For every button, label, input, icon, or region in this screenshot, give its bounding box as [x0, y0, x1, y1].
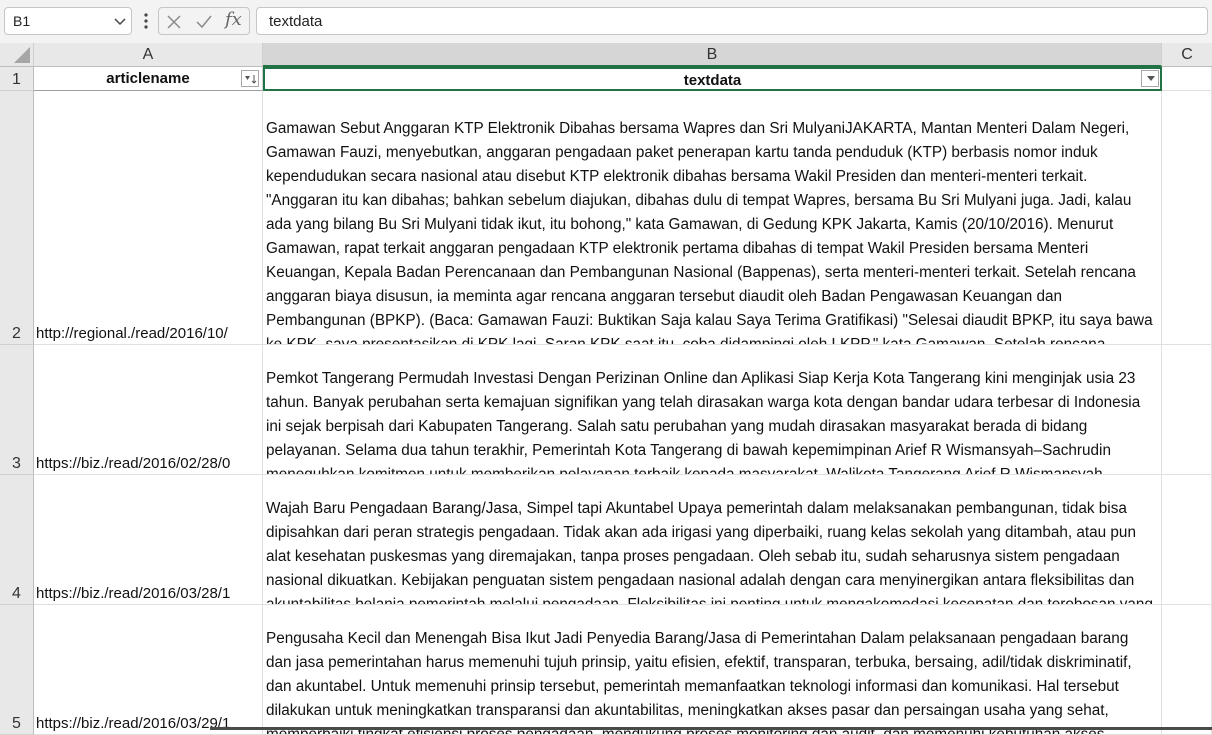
- row-number: 5: [12, 715, 21, 732]
- row-header-4[interactable]: 4: [0, 475, 34, 605]
- cell-a5[interactable]: https://biz./read/2016/03/29/1: [34, 605, 263, 735]
- name-box[interactable]: B1: [4, 7, 132, 35]
- sort-filter-icon: [245, 75, 257, 84]
- header-cell-articlename[interactable]: articlename: [34, 67, 263, 91]
- formula-input[interactable]: textdata: [256, 7, 1208, 35]
- insert-function-icon[interactable]: fx: [225, 9, 242, 30]
- select-all-button[interactable]: [0, 43, 34, 67]
- row-number: 2: [12, 325, 21, 342]
- cell-c3[interactable]: [1162, 345, 1212, 475]
- column-header-c[interactable]: C: [1162, 43, 1212, 67]
- article-text: Pemkot Tangerang Permudah Investasi Deng…: [266, 370, 1141, 475]
- cancel-icon[interactable]: [165, 13, 183, 31]
- header-cell-textdata[interactable]: textdata: [263, 67, 1162, 91]
- filter-sort-button-articlename[interactable]: [241, 70, 259, 87]
- confirm-check-icon[interactable]: [195, 13, 213, 31]
- cell-b3[interactable]: Pemkot Tangerang Permudah Investasi Deng…: [263, 345, 1162, 475]
- article-url: https://biz./read/2016/03/29/1: [36, 715, 231, 732]
- cell-b5[interactable]: Pengusaha Kecil dan Menengah Bisa Ikut J…: [263, 605, 1162, 735]
- article-url: https://biz./read/2016/03/28/1: [36, 585, 231, 602]
- article-text: Wajah Baru Pengadaan Barang/Jasa, Simpel…: [266, 500, 1153, 605]
- cell-a4[interactable]: https://biz./read/2016/03/28/1: [34, 475, 263, 605]
- name-box-value: B1: [13, 13, 31, 29]
- spreadsheet-grid: A B C 1 articlename textdata 2 http://re…: [0, 43, 1212, 735]
- header-label-textdata: textdata: [683, 72, 742, 89]
- article-text: Pengusaha Kecil dan Menengah Bisa Ikut J…: [266, 630, 1132, 735]
- formula-bar: B1 fx textdata: [0, 0, 1212, 43]
- row-header-2[interactable]: 2: [0, 91, 34, 345]
- cell-a3[interactable]: https://biz./read/2016/02/28/0: [34, 345, 263, 475]
- formula-value: textdata: [269, 13, 323, 30]
- cell-b2[interactable]: Gamawan Sebut Anggaran KTP Elektronik Di…: [263, 91, 1162, 345]
- row-number: 3: [12, 455, 21, 472]
- filter-button-textdata[interactable]: [1141, 70, 1159, 87]
- article-url: http://regional./read/2016/10/: [36, 325, 228, 342]
- chevron-down-icon[interactable]: [113, 14, 127, 28]
- column-header-b[interactable]: B: [263, 43, 1162, 67]
- filter-dropdown-icon: [1147, 76, 1155, 81]
- article-text: Gamawan Sebut Anggaran KTP Elektronik Di…: [266, 120, 1153, 345]
- cell-c5[interactable]: [1162, 605, 1212, 735]
- row-number: 1: [12, 71, 21, 88]
- header-label-articlename: articlename: [106, 70, 190, 87]
- row-header-1[interactable]: 1: [0, 67, 34, 91]
- row-header-3[interactable]: 3: [0, 345, 34, 475]
- article-url: https://biz./read/2016/02/28/0: [36, 455, 231, 472]
- cell-c1[interactable]: [1162, 67, 1212, 91]
- cell-b4[interactable]: Wajah Baru Pengadaan Barang/Jasa, Simpel…: [263, 475, 1162, 605]
- row-number: 4: [12, 585, 21, 602]
- formula-actions: fx: [158, 7, 250, 35]
- cell-c4[interactable]: [1162, 475, 1212, 605]
- column-header-a[interactable]: A: [34, 43, 263, 67]
- select-all-triangle-icon: [14, 47, 30, 63]
- row-header-5[interactable]: 5: [0, 605, 34, 735]
- cell-a2[interactable]: http://regional./read/2016/10/: [34, 91, 263, 345]
- more-options-icon[interactable]: [140, 9, 152, 33]
- cell-c2[interactable]: [1162, 91, 1212, 345]
